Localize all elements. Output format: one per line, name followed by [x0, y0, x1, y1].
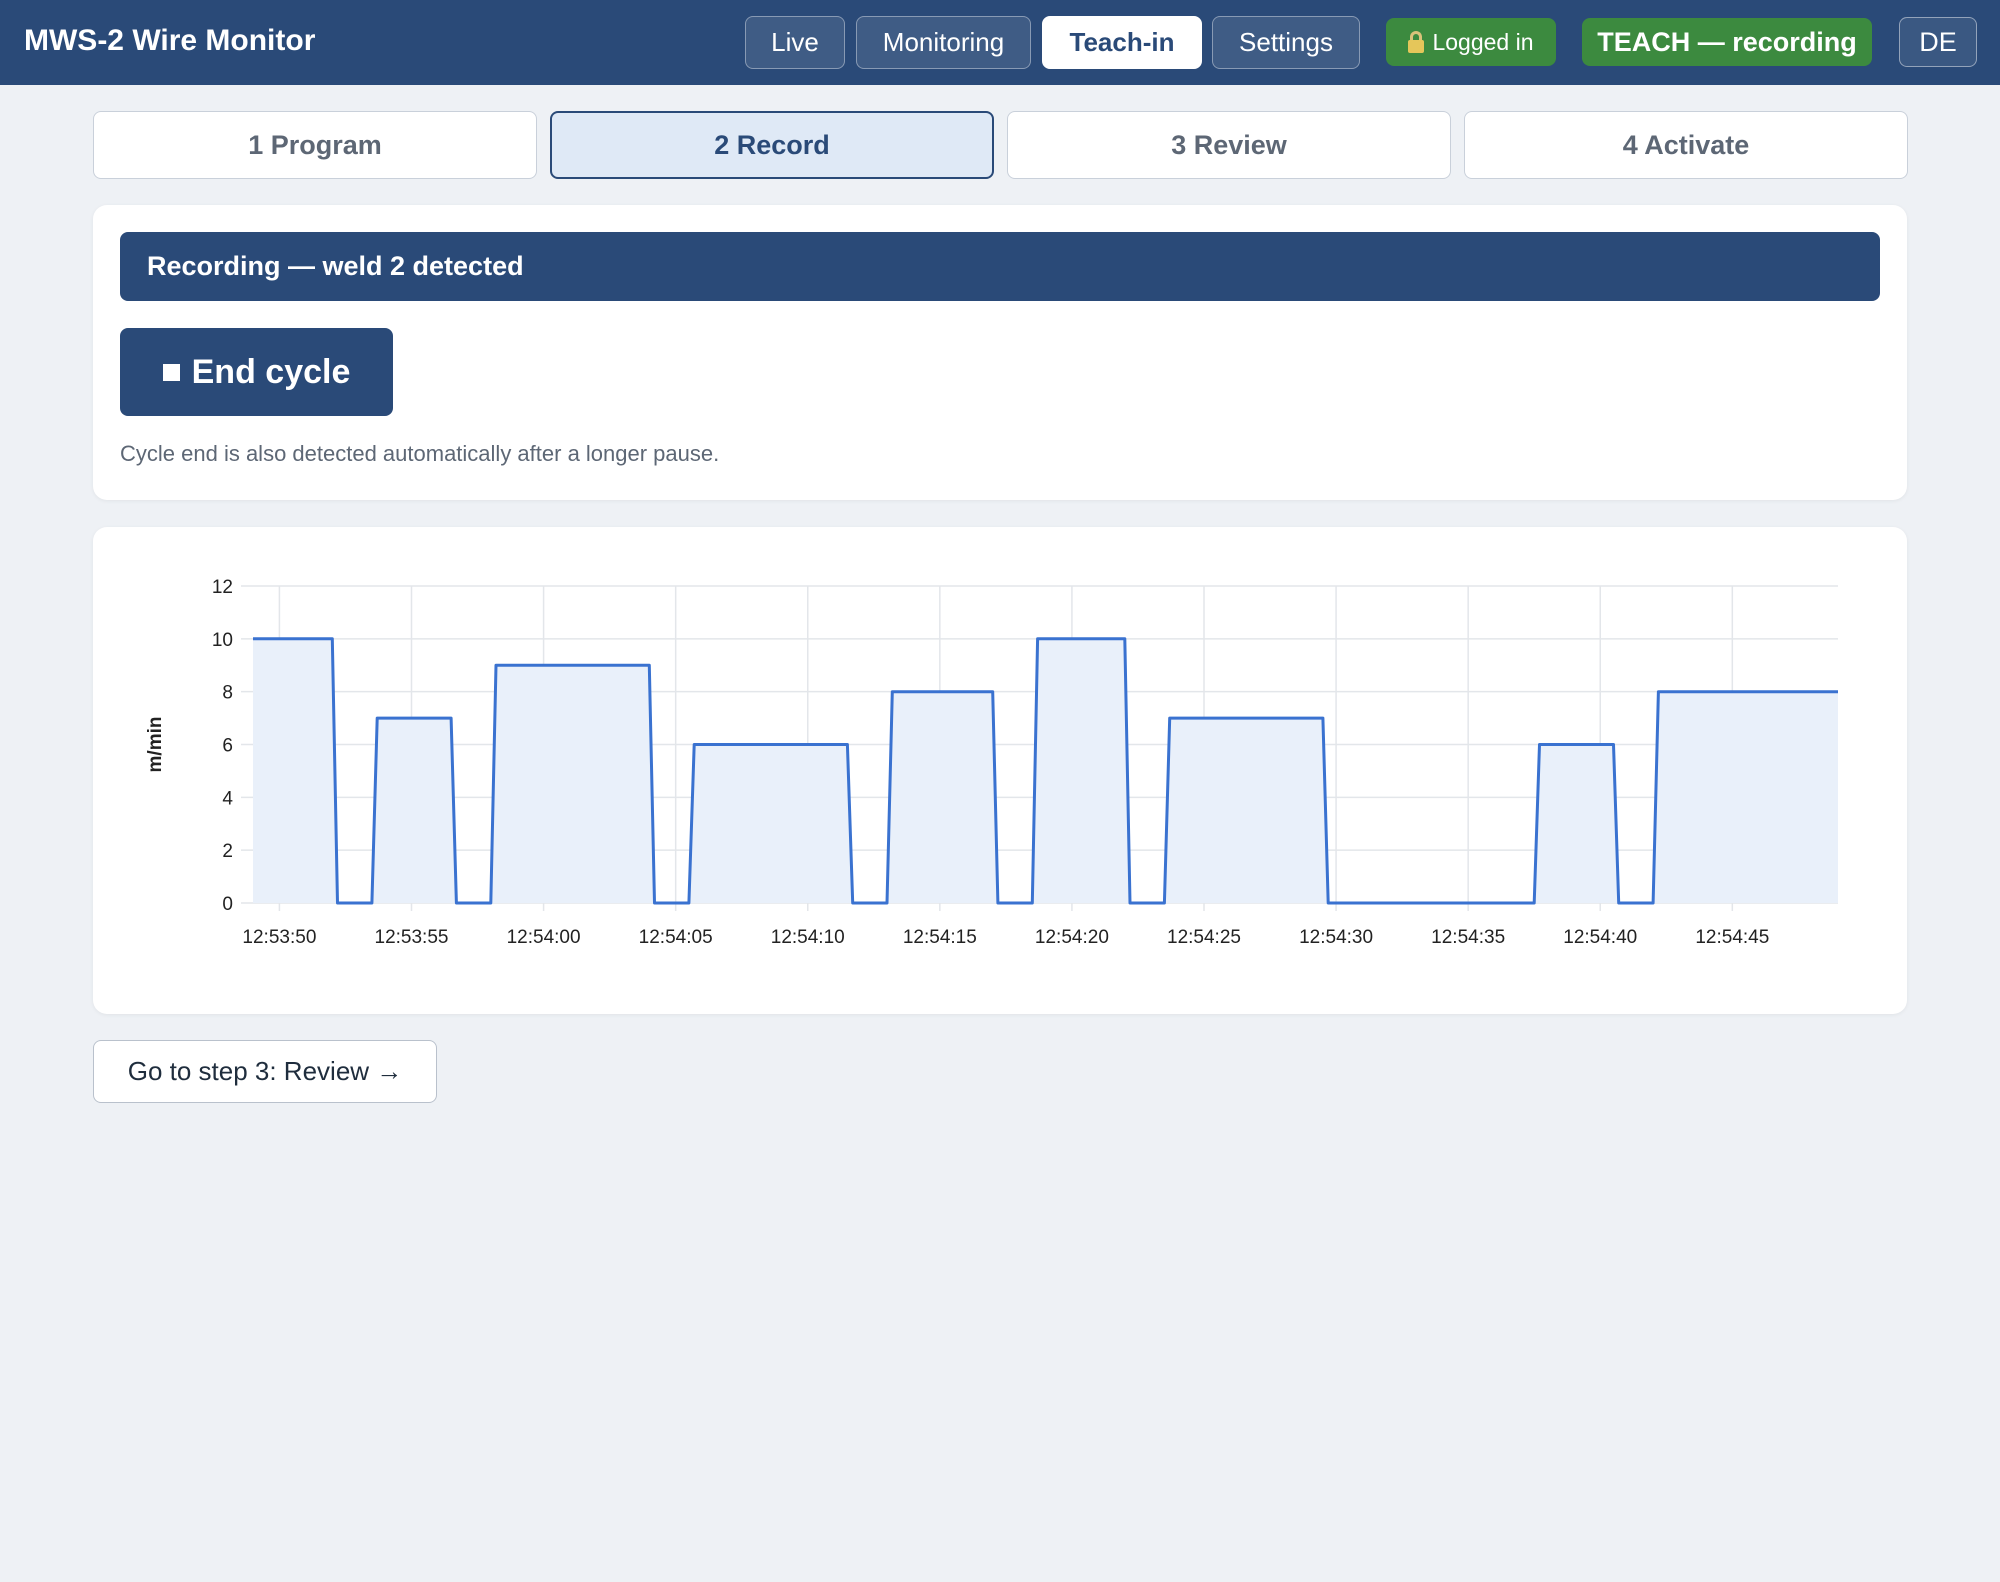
lock-icon [1408, 31, 1425, 53]
language-button[interactable]: DE [1899, 17, 1977, 67]
y-tick-label: 2 [222, 841, 233, 862]
x-tick-label: 12:54:40 [1563, 927, 1637, 948]
step-tab-record[interactable]: 2 Record [550, 111, 994, 179]
step-tab-program[interactable]: 1 Program [93, 111, 537, 179]
x-tick-label: 12:54:25 [1167, 927, 1241, 948]
app-title: MWS-2 Wire Monitor [24, 24, 316, 57]
y-tick-label: 6 [222, 736, 233, 757]
x-tick-label: 12:54:05 [639, 927, 713, 948]
nav-tab-settings[interactable]: Settings [1212, 16, 1360, 69]
end-cycle-button[interactable]: End cycle [120, 328, 393, 416]
y-axis-title: m/min [145, 717, 166, 773]
recording-status-banner: Recording — weld 2 detected [120, 232, 1880, 301]
recording-status-text: Recording — weld 2 detected [147, 251, 524, 281]
cycle-end-hint: Cycle end is also detected automatically… [120, 441, 720, 466]
x-tick-label: 12:54:35 [1431, 927, 1505, 948]
nav-tab-monitoring[interactable]: Monitoring [856, 16, 1031, 69]
login-status-label: Logged in [1432, 28, 1534, 55]
recording-card: Recording — weld 2 detected End cycle Cy… [93, 205, 1907, 500]
stop-icon [162, 363, 180, 381]
next-step-review-button[interactable]: Go to step 3: Review → [93, 1040, 437, 1103]
wire-speed-chart: 0 2 4 6 8 10 12 12:53:50 12:53:55 12:54:00 12:54:0… [145, 577, 1838, 948]
step-tab-activate[interactable]: 4 Activate [1464, 111, 1908, 179]
y-tick-label: 8 [222, 683, 233, 704]
y-tick-label: 10 [212, 630, 233, 651]
x-tick-label: 12:54:10 [771, 927, 845, 948]
chart-card: 0 2 4 6 8 10 12 12:53:50 12:53:55 12:54:00 12:54:0… [93, 527, 1907, 1014]
step-tab-review[interactable]: 3 Review [1007, 111, 1451, 179]
nav-tab-live[interactable]: Live [745, 16, 845, 69]
y-tick-label: 0 [222, 894, 233, 915]
x-tick-label: 12:54:30 [1299, 927, 1373, 948]
x-tick-label: 12:53:50 [242, 927, 316, 948]
x-tick-label: 12:54:45 [1695, 927, 1769, 948]
top-bar: MWS-2 Wire Monitor Live Monitoring Teach… [0, 0, 2000, 85]
x-tick-label: 12:54:00 [507, 927, 581, 948]
x-tick-label: 12:54:15 [903, 927, 977, 948]
x-tick-label: 12:53:55 [375, 927, 449, 948]
nav-tab-teach-in[interactable]: Teach-in [1042, 16, 1202, 69]
mode-status-badge: TEACH — recording [1582, 18, 1872, 66]
y-tick-label: 4 [222, 788, 233, 809]
login-status-badge: Logged in [1386, 18, 1556, 66]
end-cycle-label: End cycle [191, 352, 351, 391]
x-tick-label: 12:54:20 [1035, 927, 1109, 948]
y-tick-label: 12 [212, 577, 233, 598]
